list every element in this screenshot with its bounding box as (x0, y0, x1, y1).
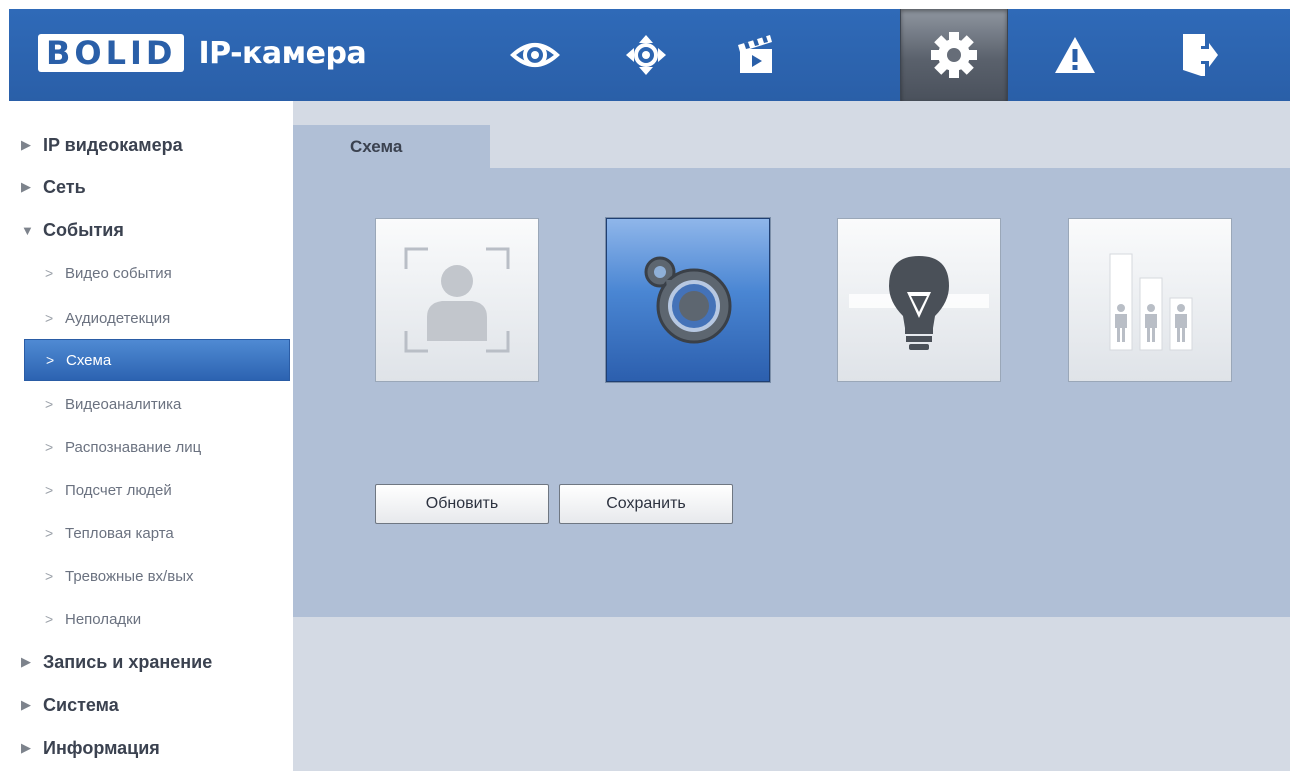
sidebar-item-video-events[interactable]: > Видео события (9, 252, 293, 294)
sidebar-item-label: Тепловая карта (65, 524, 174, 542)
sidebar-item-recording-storage[interactable]: ▶ Запись и хранение (9, 641, 293, 683)
chevron-right-icon: > (45, 310, 54, 326)
mode-heatmap-card[interactable] (837, 218, 1001, 382)
sidebar-item-events[interactable]: ▼ События (9, 209, 293, 251)
schema-panel: Обновить Сохранить (293, 168, 1290, 617)
chevron-right-icon: > (46, 352, 55, 368)
sidebar-item-label: События (43, 219, 124, 240)
tab-schema[interactable]: Схема (293, 125, 490, 168)
app-window: BOLID IP-камера ▶ IP видеокамера ▶ Сеть … (0, 0, 1290, 771)
gear-icon (931, 32, 977, 78)
sidebar-item-ip-camera[interactable]: ▶ IP видеокамера (9, 124, 293, 166)
main-content: Схема Обновить Сохранить (293, 101, 1290, 771)
sidebar-item-label: Запись и хранение (43, 651, 213, 672)
sidebar-item-alarm-io[interactable]: > Тревожные вх/вых (9, 555, 293, 597)
sidebar-item-network[interactable]: ▶ Сеть (9, 166, 293, 208)
nav-ptz[interactable] (592, 9, 700, 101)
mode-general-card[interactable] (606, 218, 770, 382)
chevron-right-icon: > (45, 396, 54, 412)
chevron-right-icon: > (45, 482, 54, 498)
logo: BOLID IP-камера (38, 32, 367, 74)
chevron-right-icon: > (45, 439, 54, 455)
sidebar-item-label: IP видеокамера (43, 134, 183, 155)
sidebar-item-schema[interactable]: > Схема (24, 339, 290, 381)
sidebar-item-people-counting[interactable]: > Подсчет людей (9, 469, 293, 511)
sidebar-item-information[interactable]: ▶ Информация (9, 727, 293, 769)
mode-face-recognition-card[interactable] (375, 218, 539, 382)
sidebar-item-label: Схема (66, 351, 112, 369)
refresh-button[interactable]: Обновить (375, 484, 549, 524)
sidebar-item-label: Аудиодетекция (65, 309, 171, 327)
face-recognition-icon (404, 247, 510, 353)
mode-people-counting-card[interactable] (1068, 218, 1232, 382)
nav-playback[interactable] (702, 9, 810, 101)
chevron-right-icon: > (45, 611, 54, 627)
expand-triangle-icon: ▶ (21, 654, 31, 669)
collapse-triangle-icon: ▼ (21, 222, 34, 238)
sidebar-item-label: Видео события (65, 264, 172, 282)
expand-triangle-icon: ▶ (21, 697, 31, 712)
brand-logo: BOLID (38, 34, 185, 72)
people-counting-icon (1109, 253, 1193, 351)
clapperboard-icon (738, 35, 772, 73)
save-button[interactable]: Сохранить (559, 484, 733, 524)
expand-triangle-icon: ▶ (21, 740, 31, 755)
nav-logout[interactable] (1145, 9, 1253, 101)
nav-settings[interactable] (900, 9, 1008, 101)
nav-live-view[interactable] (481, 9, 589, 101)
chevron-right-icon: > (45, 525, 54, 541)
sidebar-item-label: Система (43, 694, 119, 715)
expand-triangle-icon: ▶ (21, 179, 31, 194)
chevron-right-icon: > (45, 265, 54, 281)
sidebar-item-audio-detection[interactable]: > Аудиодетекция (9, 297, 293, 339)
sidebar-item-system[interactable]: ▶ Система (9, 684, 293, 726)
sidebar-item-label: Видеоаналитика (65, 395, 182, 413)
expand-triangle-icon: ▶ (21, 137, 31, 152)
sidebar-item-face-recognition[interactable]: > Распознавание лиц (9, 426, 293, 468)
general-detection-icon (644, 256, 732, 344)
logout-icon (1183, 34, 1218, 76)
chevron-right-icon: > (45, 568, 54, 584)
ptz-icon (626, 35, 666, 75)
heatmap-bulb-icon (849, 256, 989, 350)
sidebar-item-label: Распознавание лиц (65, 438, 202, 456)
alarm-icon (1055, 37, 1095, 73)
sidebar-item-label: Информация (43, 737, 160, 758)
sidebar-item-label: Подсчет людей (65, 481, 172, 499)
sidebar-item-label: Сеть (43, 176, 86, 197)
top-header: BOLID IP-камера (9, 9, 1290, 101)
sidebar-item-faults[interactable]: > Неполадки (9, 598, 293, 640)
eye-icon (510, 43, 560, 67)
app-title: IP-камера (198, 35, 367, 71)
tab-bar: Схема (293, 125, 1290, 168)
sidebar-item-label: Неполадки (65, 610, 142, 628)
sidebar-item-label: Тревожные вх/вых (65, 567, 194, 585)
nav-alarm[interactable] (1021, 9, 1129, 101)
sidebar-item-video-analytics[interactable]: > Видеоаналитика (9, 383, 293, 425)
sidebar-menu: ▶ IP видеокамера ▶ Сеть ▼ События > Виде… (9, 101, 293, 771)
sidebar-item-heatmap[interactable]: > Тепловая карта (9, 512, 293, 554)
